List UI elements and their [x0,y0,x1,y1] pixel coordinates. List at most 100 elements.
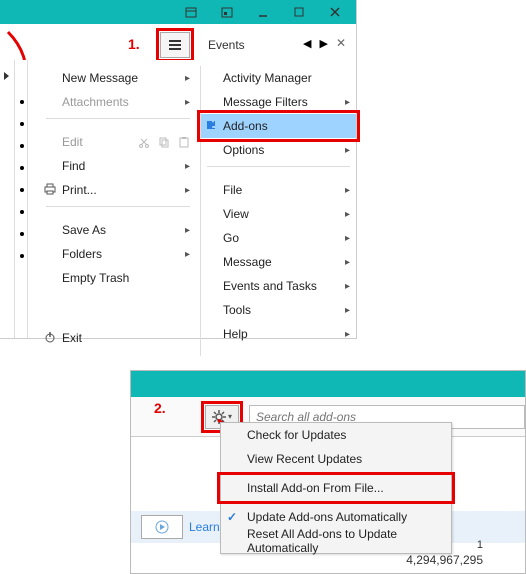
chevron-right-icon: ▸ [345,97,350,108]
menu-label: Help [223,327,248,341]
sidebar-gutter [0,60,28,338]
menu-label: Go [223,231,239,245]
menu-exit[interactable]: Exit [40,326,196,350]
calendar-today-icon[interactable] [184,5,198,19]
menu-label: Edit [62,135,83,149]
menu-separator [46,206,190,214]
calendar-event-icon[interactable] [220,5,234,19]
menu-label: View Recent Updates [247,452,362,466]
menu-label: View [223,207,249,221]
app-menu-button[interactable] [160,32,190,58]
menu-go[interactable]: Go ▸ [201,226,356,250]
menu-addons[interactable]: Add-ons [201,114,356,138]
menu-label: Save As [62,223,106,237]
chevron-right-icon: ▸ [185,225,190,236]
menu-options[interactable]: Options ▸ [201,138,356,162]
hamburger-icon [168,39,182,51]
print-icon [42,183,58,198]
menu-label: Options [223,143,264,157]
menu-label: Reset All Add-ons to Update Automaticall… [247,527,443,555]
menu-label: Print... [62,183,97,197]
count-small: 1 [477,539,483,551]
menu-message[interactable]: Message ▸ [201,250,356,274]
prev-icon[interactable]: ◀ [303,37,311,50]
menu-reset-auto[interactable]: Reset All Add-ons to Update Automaticall… [221,529,451,553]
copy-icon [158,136,170,148]
close-panel-icon[interactable]: ✕ [336,36,346,50]
menu-activity-manager[interactable]: Activity Manager [201,66,356,90]
menu-view[interactable]: View ▸ [201,202,356,226]
menu-label: Folders [62,247,102,261]
menu-folders[interactable]: Folders ▸ [40,242,196,266]
chevron-right-icon: ▸ [345,329,350,340]
chevron-right-icon: ▸ [185,185,190,196]
chevron-right-icon: ▸ [345,145,350,156]
addons-tools-menu: Check for Updates View Recent Updates In… [220,422,452,554]
chevron-right-icon: ▸ [185,73,190,84]
menu-message-filters[interactable]: Message Filters ▸ [201,90,356,114]
menu-label: Check for Updates [247,428,346,442]
menu-label: Message Filters [223,95,308,109]
paste-icon [178,136,190,148]
chevron-right-icon: ▸ [345,185,350,196]
chevron-right-icon: ▸ [345,281,350,292]
cut-icon [138,136,150,148]
menu-label: Update Add-ons Automatically [247,510,407,524]
menu-empty-trash[interactable]: Empty Trash [40,266,196,290]
next-icon[interactable]: ▶ [319,37,327,50]
menu-label: Find [62,159,85,173]
edit-icons [138,136,190,148]
menu-file[interactable]: File ▸ [201,178,356,202]
app-menu-column-1: New Message ▸ Attachments ▸ Edit Find ▸ [40,66,196,350]
events-panel-title: Events [208,38,245,52]
menu-separator [207,166,350,174]
chevron-right-icon: ▸ [185,161,190,172]
menu-label: Empty Trash [62,271,129,285]
power-icon [42,331,58,346]
menu-view-recent-updates[interactable]: View Recent Updates [221,447,451,471]
menu-attachments: Attachments ▸ [40,90,196,114]
step-1-label: 1. [128,36,140,52]
menu-install-from-file[interactable]: Install Add-on From File... [221,476,451,500]
menu-find[interactable]: Find ▸ [40,154,196,178]
menu-separator [46,118,190,126]
chevron-right-icon: ▸ [345,233,350,244]
menu-new-message[interactable]: New Message ▸ [40,66,196,90]
minimize-icon[interactable] [256,5,270,19]
menu-label: Exit [62,331,82,345]
menu-label: File [223,183,242,197]
menu-save-as[interactable]: Save As ▸ [40,218,196,242]
app-menu-column-2: Activity Manager Message Filters ▸ Add-o… [200,66,356,356]
chevron-right-icon: ▸ [185,249,190,260]
app-menu-panel: New Message ▸ Attachments ▸ Edit Find ▸ [0,60,356,338]
menu-update-auto[interactable]: ✓ Update Add-ons Automatically [221,505,451,529]
menu-label: Install Add-on From File... [247,481,384,495]
menu-edit: Edit [40,130,196,154]
menu-label: Tools [223,303,251,317]
close-icon[interactable] [328,5,342,19]
check-icon: ✓ [227,510,237,524]
menu-tools[interactable]: Tools ▸ [201,298,356,322]
menu-check-updates[interactable]: Check for Updates [221,423,451,447]
puzzle-icon [203,118,219,135]
maximize-icon[interactable] [292,5,306,19]
chevron-right-icon: ▸ [345,257,350,268]
menu-label: Activity Manager [223,71,312,85]
thunderbird-main-window: 1. Events ◀ ▶ ✕ New Message ▸ [0,0,357,339]
menu-label: Add-ons [223,119,268,133]
chevron-right-icon: ▸ [345,209,350,220]
chevron-right-icon: ▸ [345,305,350,316]
menu-print[interactable]: Print... ▸ [40,178,196,202]
menu-separator [225,502,447,503]
menu-separator [225,473,447,474]
menu-help[interactable]: Help ▸ [201,322,356,346]
learn-label: Learn [189,520,220,534]
video-thumb-icon [141,515,183,539]
window-titlebar [0,0,356,24]
menu-events-tasks[interactable]: Events and Tasks ▸ [201,274,356,298]
menu-label: Attachments [62,95,129,109]
menu-label: Events and Tasks [223,279,317,293]
menu-label: Message [223,255,272,269]
dropdown-caret-icon: ▾ [228,412,232,421]
menu-label: New Message [62,71,138,85]
